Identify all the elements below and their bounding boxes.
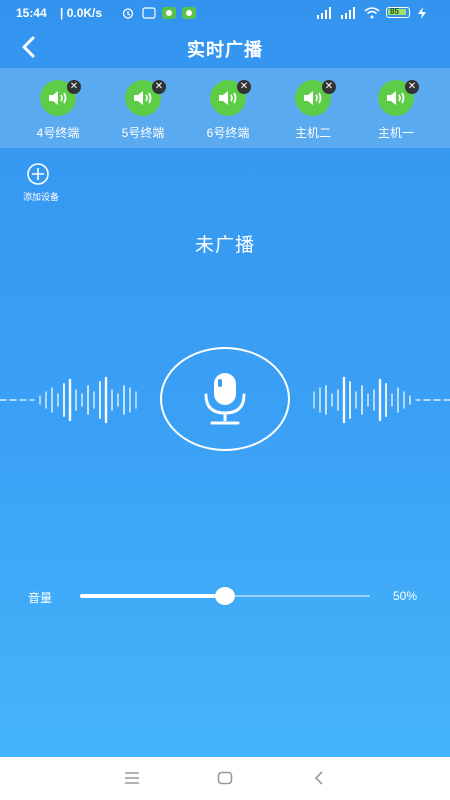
device-item[interactable]: ✕ 主机二 bbox=[277, 80, 349, 146]
device-label: 主机二 bbox=[294, 126, 331, 140]
wifi-icon bbox=[364, 7, 380, 19]
battery-icon: 85 bbox=[386, 7, 410, 18]
speaker-icon bbox=[219, 91, 237, 105]
page-title: 实时广播 bbox=[187, 40, 263, 60]
add-device-label: 添加设备 bbox=[22, 192, 59, 202]
speaker-icon bbox=[387, 91, 405, 105]
device-label: 6号终端 bbox=[206, 126, 250, 140]
signal-icon bbox=[341, 7, 355, 19]
wechat-notification-icon bbox=[162, 7, 176, 19]
right-waveform bbox=[313, 376, 450, 424]
device-label: 主机一 bbox=[377, 126, 414, 140]
left-waveform bbox=[0, 376, 137, 424]
speaker-icon bbox=[49, 91, 67, 105]
device-item[interactable]: ✕ 6号终端 bbox=[192, 80, 264, 146]
remove-device-button[interactable]: ✕ bbox=[237, 80, 251, 94]
system-navigation-bar bbox=[0, 757, 450, 800]
menu-icon[interactable] bbox=[124, 771, 140, 785]
device-item[interactable]: ✕ 4号终端 bbox=[22, 80, 94, 146]
wechat-notification-icon bbox=[182, 7, 196, 19]
microphone-icon bbox=[204, 373, 246, 425]
add-circle-icon bbox=[27, 163, 49, 185]
charging-icon bbox=[418, 7, 426, 19]
remove-device-button[interactable]: ✕ bbox=[67, 80, 81, 94]
device-item[interactable]: ✕ 5号终端 bbox=[107, 80, 179, 146]
status-net-speed: | 0.0K/s bbox=[60, 6, 103, 20]
volume-value: 50% bbox=[393, 589, 418, 603]
add-device-button[interactable]: 添加设备 bbox=[16, 162, 70, 206]
sim-icon bbox=[142, 7, 156, 19]
back-icon[interactable] bbox=[313, 770, 325, 786]
speaker-icon bbox=[134, 91, 152, 105]
remove-device-button[interactable]: ✕ bbox=[322, 80, 336, 94]
home-icon[interactable] bbox=[217, 771, 233, 785]
remove-device-button[interactable]: ✕ bbox=[152, 80, 166, 94]
volume-slider-thumb[interactable] bbox=[215, 587, 235, 605]
volume-label: 音量 bbox=[28, 591, 53, 605]
device-label: 5号终端 bbox=[121, 126, 165, 140]
title-bar: 实时广播 bbox=[0, 26, 450, 68]
remove-device-button[interactable]: ✕ bbox=[405, 80, 419, 94]
volume-slider-fill bbox=[80, 594, 225, 598]
device-list: ✕ 4号终端 ✕ 5号终端 ✕ 6号终端 ✕ 主机二 ✕ 主机一 bbox=[0, 68, 450, 148]
signal-icon bbox=[317, 7, 331, 19]
microphone-button[interactable] bbox=[160, 347, 290, 451]
status-bar: 15:44 | 0.0K/s 85 bbox=[0, 0, 450, 26]
alarm-icon bbox=[122, 8, 134, 19]
device-item[interactable]: ✕ 主机一 bbox=[360, 80, 432, 146]
device-label: 4号终端 bbox=[36, 126, 80, 140]
broadcast-status: 未广播 bbox=[194, 235, 255, 256]
realtime-broadcast-screen: 15:44 | 0.0K/s 85 实时广播 ✕ 4号终端 ✕ 5号终端 ✕ 6… bbox=[0, 0, 450, 757]
battery-level: 85 bbox=[390, 7, 399, 16]
speaker-icon bbox=[304, 91, 322, 105]
status-time: 15:44 bbox=[16, 6, 47, 20]
volume-slider[interactable] bbox=[80, 586, 370, 606]
